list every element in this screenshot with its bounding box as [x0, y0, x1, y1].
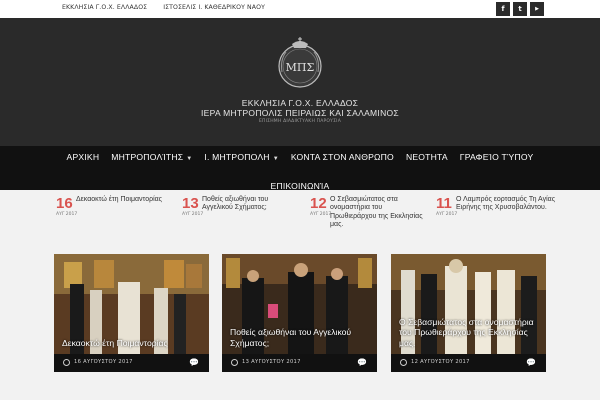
ticker-day: 13: [182, 195, 199, 212]
ticker-item[interactable]: 16 ΑΥΓ 2017 Δεκαοκτώ έτη Ποιμαντορίας: [56, 195, 172, 224]
site-header: ΜΠΣ ΕΚΚΛΗΣΙΑ Γ.Ο.Χ. ΕΛΛΑΔΟΣ ΙΕΡΑ ΜΗΤΡΟΠΟ…: [0, 18, 600, 146]
nav-item-press-office[interactable]: ΓΡΑΦΕΊΟ ΤΎΠΟΥ: [454, 152, 540, 162]
top-link-church[interactable]: ΕΚΚΛΗΣΙΑ Γ.Ο.Χ. ΕΛΛΑΔΟΣ: [62, 4, 147, 11]
nav-item-metropolitan[interactable]: ΜΗΤΡΟΠΟΛΊΤΗΣ ▼: [105, 152, 198, 162]
comment-icon[interactable]: 💬: [357, 358, 367, 367]
ticker-month: ΑΥΓ 2017: [436, 212, 458, 217]
post-meta: 13 ΑΥΓΟΥΣΤΟΥ 2017 💬: [222, 354, 377, 372]
clock-icon: [63, 359, 70, 366]
header-subtitle: ΕΠΙΣΗΜΗ ΔΙΑΔΙΚΤΥΑΚΗ ΠΑΡΟΥΣΙΑ: [259, 119, 341, 124]
recent-posts-ticker: 16 ΑΥΓ 2017 Δεκαοκτώ έτη Ποιμαντορίας 13…: [0, 190, 600, 228]
post-card[interactable]: Ποθείς αξιωθήναι του Αγγελικού Σχήματος;…: [222, 254, 377, 372]
facebook-icon[interactable]: f: [496, 2, 510, 16]
post-title[interactable]: Ο Σεβασμιώτατος στα ονομαστήρια του Πρωθ…: [399, 317, 538, 349]
nav-item-metropolis[interactable]: Ι. ΜΗΤΡΟΠΟΛΗ ▼: [198, 152, 284, 162]
top-bar: ΕΚΚΛΗΣΙΑ Γ.Ο.Χ. ΕΛΛΑΔΟΣ ΙΣΤΟΣΕΛΙΣ Ι. ΚΑΘ…: [0, 0, 600, 18]
nav-label: ΜΗΤΡΟΠΟΛΊΤΗΣ: [111, 152, 184, 162]
ticker-title[interactable]: Δεκαοκτώ έτη Ποιμαντορίας: [76, 196, 172, 204]
post-date: 16 ΑΥΓΟΥΣΤΟΥ 2017: [74, 359, 133, 365]
ticker-month: ΑΥΓ 2017: [182, 212, 204, 217]
post-card[interactable]: Ο Σεβασμιώτατος στα ονομαστήρια του Πρωθ…: [391, 254, 546, 372]
header-title-metropolis: ΙΕΡΑ ΜΗΤΡΟΠΟΛΙΣ ΠΕΙΡΑΙΩΣ ΚΑΙ ΣΑΛΑΜΙΝΟΣ: [201, 108, 399, 118]
nav-label: ΚΟΝΤΑ ΣΤΟΝ ΑΝΘΡΩΠΟ: [290, 152, 394, 162]
chevron-down-icon: ▼: [186, 156, 193, 162]
ticker-title[interactable]: Ο Σεβασμιώτατος στα ονομαστήρια του Πρωθ…: [330, 196, 426, 230]
nav-label: Ι. ΜΗΤΡΟΠΟΛΗ: [204, 152, 270, 162]
ticker-day: 16: [56, 195, 73, 212]
ticker-day: 12: [310, 195, 327, 212]
comment-icon[interactable]: 💬: [526, 358, 536, 367]
ticker-month: ΑΥΓ 2017: [310, 212, 332, 217]
ticker-title[interactable]: Ποθείς αξιωθήναι του Αγγελικού Σχήματος;: [202, 196, 298, 213]
ticker-title[interactable]: Ο Λαμπρός εορτασμός Τη Αγίας Ειρήνης της…: [456, 196, 556, 213]
twitter-icon[interactable]: t: [513, 2, 527, 16]
youtube-icon[interactable]: ▶: [530, 2, 544, 16]
post-title[interactable]: Δεκαοκτώ έτη Ποιμαντορίας: [62, 338, 201, 349]
header-title-church: ΕΚΚΛΗΣΙΑ Γ.Ο.Χ. ΕΛΛΑΔΟΣ: [241, 98, 359, 108]
ticker-item[interactable]: 11 ΑΥΓ 2017 Ο Λαμπρός εορτασμός Τη Αγίας…: [436, 195, 556, 224]
nav-item-home[interactable]: ΑΡΧΙΚΗ: [61, 152, 106, 162]
post-date: 13 ΑΥΓΟΥΣΤΟΥ 2017: [242, 359, 301, 365]
nav-item-youth[interactable]: ΝΕΟΤΗΤΑ: [400, 152, 454, 162]
post-meta: 12 ΑΥΓΟΥΣΤΟΥ 2017 💬: [391, 354, 546, 372]
nav-label: ΑΡΧΙΚΗ: [66, 152, 100, 162]
nav-label: ΝΕΟΤΗΤΑ: [405, 152, 448, 162]
ticker-month: ΑΥΓ 2017: [56, 212, 78, 217]
nav-item-close-to-people[interactable]: ΚΟΝΤΑ ΣΤΟΝ ΑΝΘΡΩΠΟ: [285, 152, 400, 162]
post-title[interactable]: Ποθείς αξιωθήναι του Αγγελικού Σχήματος;: [230, 327, 369, 348]
top-link-cathedral[interactable]: ΙΣΤΟΣΕΛΙΣ Ι. ΚΑΘΕΔΡΙΚΟΥ ΝΑΟΥ: [163, 4, 265, 11]
clock-icon: [231, 359, 238, 366]
nav-label: ΓΡΑΦΕΊΟ ΤΎΠΟΥ: [459, 152, 534, 162]
post-date: 12 ΑΥΓΟΥΣΤΟΥ 2017: [411, 359, 470, 365]
ticker-item[interactable]: 12 ΑΥΓ 2017 Ο Σεβασμιώτατος στα ονομαστή…: [310, 195, 426, 228]
top-links: ΕΚΚΛΗΣΙΑ Γ.Ο.Χ. ΕΛΛΑΔΟΣ ΙΣΤΟΣΕΛΙΣ Ι. ΚΑΘ…: [62, 4, 265, 11]
ticker-day: 11: [436, 195, 452, 212]
metropolis-crest-logo[interactable]: ΜΠΣ: [274, 36, 326, 90]
post-card[interactable]: Δεκαοκτώ έτη Ποιμαντορίας 16 ΑΥΓΟΥΣΤΟΥ 2…: [54, 254, 209, 372]
clock-icon: [400, 359, 407, 366]
chevron-down-icon: ▼: [272, 156, 279, 162]
post-meta: 16 ΑΥΓΟΥΣΤΟΥ 2017 💬: [54, 354, 209, 372]
comment-icon[interactable]: 💬: [189, 358, 199, 367]
main-nav: ΑΡΧΙΚΗ ΜΗΤΡΟΠΟΛΊΤΗΣ ▼ Ι. ΜΗΤΡΟΠΟΛΗ ▼ ΚΟΝΤΑ…: [0, 146, 600, 191]
crest-monogram: ΜΠΣ: [286, 61, 315, 74]
ticker-item[interactable]: 13 ΑΥΓ 2017 Ποθείς αξιωθήναι του Αγγελικ…: [182, 195, 298, 224]
social-links: f t ▶: [496, 2, 544, 16]
